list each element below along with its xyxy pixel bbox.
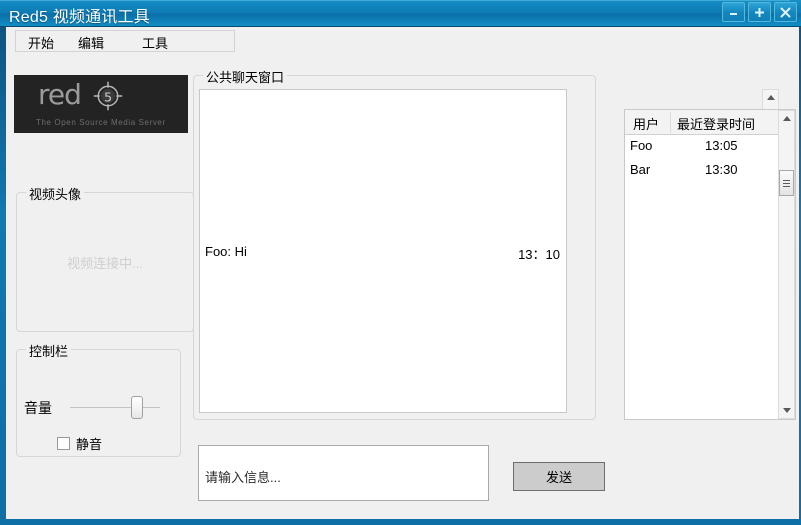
application-window: Red5 视频通讯工具 开始 编辑 工具 red 5 The Open Sour… — [0, 0, 801, 525]
window-title: Red5 视频通讯工具 — [9, 9, 150, 26]
chat-message-text: Foo: Hi — [205, 244, 247, 259]
control-groupbox: 控制栏 音量 静音 — [16, 341, 181, 457]
menu-item-edit[interactable]: 编辑 — [76, 33, 106, 52]
red5-logo-banner: red 5 The Open Source Media Server — [14, 75, 188, 133]
user-name: Foo — [630, 138, 653, 153]
close-icon — [780, 7, 791, 18]
chat-message-time: 13：10 — [518, 247, 560, 262]
client-area: 开始 编辑 工具 red 5 The Open Source Media Ser… — [6, 27, 799, 519]
message-input[interactable]: 请输入信息... — [198, 445, 489, 501]
chat-groupbox: 公共聊天窗口 Foo: Hi 13：10 — [193, 67, 779, 420]
userlist-scroll-thumb[interactable] — [779, 170, 794, 196]
user-login-time: 13:05 — [705, 138, 738, 153]
chat-message-area[interactable]: Foo: Hi 13：10 — [199, 89, 567, 413]
minimize-icon — [730, 13, 737, 15]
volume-slider-thumb[interactable] — [131, 396, 143, 419]
mute-row: 静音 — [57, 434, 102, 453]
chat-message: Foo: Hi 13：10 — [200, 244, 566, 263]
window-controls — [722, 2, 797, 22]
svg-text:5: 5 — [104, 90, 112, 105]
userlist-scrollbar[interactable] — [778, 110, 795, 419]
user-login-time: 13:30 — [705, 162, 738, 177]
control-groupbox-title: 控制栏 — [26, 341, 72, 360]
menu-bar: 开始 编辑 工具 — [15, 30, 235, 52]
userlist-scroll-up-icon[interactable] — [779, 111, 794, 126]
user-list-body: Foo 13:05 Bar 13:30 — [625, 135, 795, 419]
logo-inner: red 5 The Open Source Media Server — [14, 75, 188, 133]
volume-slider[interactable] — [70, 396, 160, 419]
user-list-header: 用户 最近登录时间 — [625, 110, 795, 135]
user-column-header-name[interactable]: 用户 — [633, 114, 659, 133]
scroll-grip-icon — [783, 179, 790, 187]
user-name: Bar — [630, 162, 651, 177]
table-row[interactable]: Bar 13:30 — [625, 159, 795, 183]
title-bar[interactable]: Red5 视频通讯工具 — [0, 0, 801, 27]
minimize-button[interactable] — [722, 2, 745, 22]
mute-checkbox[interactable] — [57, 437, 70, 450]
red5-target-icon: 5 — [93, 81, 123, 111]
logo-wordmark: red — [38, 78, 82, 111]
user-list-panel[interactable]: 用户 最近登录时间 Foo 13:05 Bar 13:30 — [624, 109, 796, 420]
logo-tagline: The Open Source Media Server — [36, 118, 166, 127]
volume-slider-track — [70, 407, 160, 408]
mute-label: 静音 — [76, 437, 103, 452]
userlist-scroll-down-icon[interactable] — [779, 403, 794, 418]
user-column-header-time[interactable]: 最近登录时间 — [677, 114, 755, 133]
close-button[interactable] — [774, 2, 797, 22]
user-column-divider — [670, 112, 671, 133]
table-row[interactable]: Foo 13:05 — [625, 135, 795, 159]
menu-item-start[interactable]: 开始 — [26, 33, 56, 52]
volume-label: 音量 — [24, 400, 52, 416]
message-input-placeholder: 请输入信息... — [205, 470, 281, 485]
maximize-button[interactable] — [748, 2, 771, 22]
send-button[interactable]: 发送 — [513, 462, 605, 491]
chat-groupbox-title: 公共聊天窗口 — [203, 67, 288, 86]
maximize-icon — [755, 8, 764, 17]
chat-scroll-up-icon[interactable] — [763, 90, 778, 105]
title-bar-highlight — [0, 0, 790, 1]
video-groupbox: 视频头像 视频连接中... — [16, 184, 194, 332]
video-status-text: 视频连接中... — [67, 255, 143, 271]
video-display-area[interactable]: 视频连接中... — [17, 193, 193, 331]
menu-item-tools[interactable]: 工具 — [140, 33, 170, 52]
